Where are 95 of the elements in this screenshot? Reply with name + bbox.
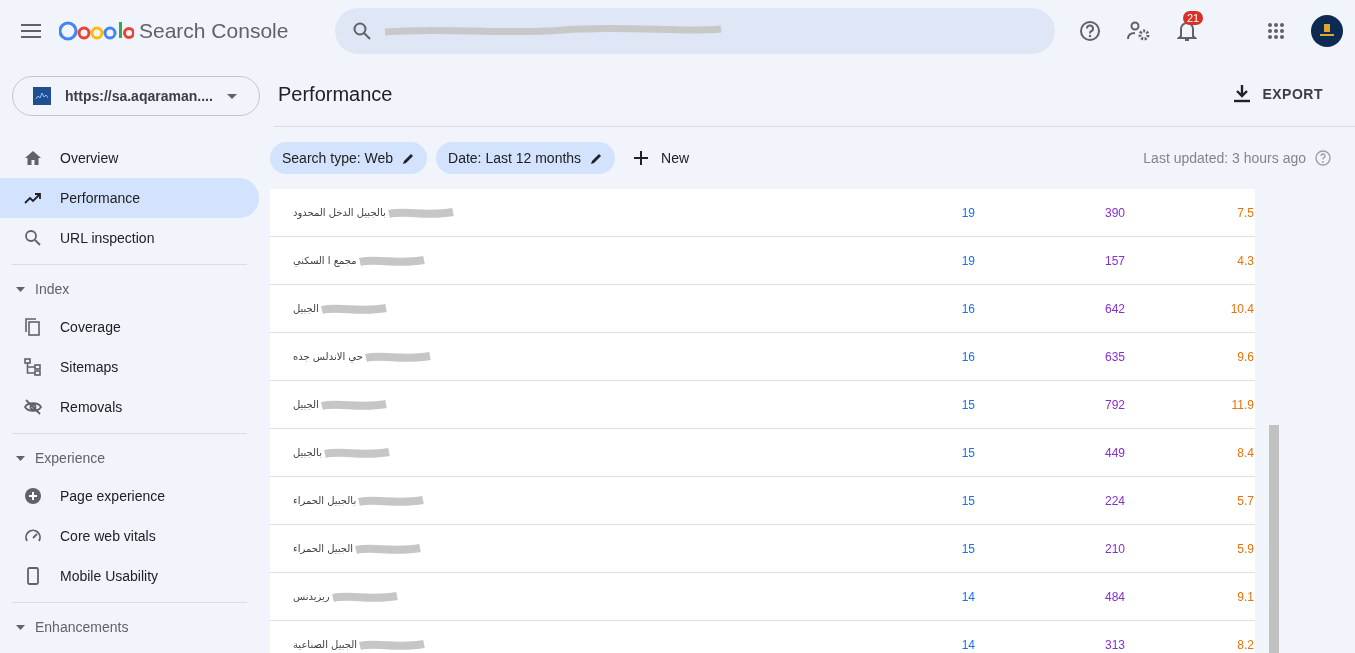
redaction-mark: [362, 350, 433, 363]
impressions-cell-text: 642: [1103, 301, 1125, 316]
position-cell-text: 7.5: [1236, 205, 1254, 220]
query-cell: الجبيل الحمراء: [293, 543, 354, 554]
nav-item[interactable]: Removals: [0, 387, 259, 427]
redaction-mark: [385, 206, 456, 219]
redaction-mark: [321, 446, 392, 459]
nav-section-header[interactable]: Enhancements: [12, 609, 247, 645]
position-cell-text: 11.9: [1230, 397, 1254, 412]
search-field[interactable]: [335, 8, 1055, 54]
query-cell: الجبيل: [293, 303, 319, 314]
clicks-cell-text: 15: [960, 541, 975, 556]
nav-section-header[interactable]: Experience: [12, 440, 247, 476]
clicks-cell-text: 15: [960, 445, 975, 460]
position-cell-text: 5.9: [1236, 541, 1254, 556]
query-cell: الجبيل الصناعية: [293, 639, 357, 650]
query-cell: بالجبيل: [293, 447, 322, 458]
filter-chip[interactable]: Search type: Web: [270, 142, 428, 174]
impressions-cell-text: 792: [1103, 397, 1125, 412]
nav-item[interactable]: Sitemaps: [0, 347, 259, 387]
clicks-cell-text: 19: [960, 205, 975, 220]
notification-icon[interactable]: [1177, 20, 1197, 42]
search-icon: [24, 229, 42, 247]
export-button[interactable]: EXPORT: [1228, 84, 1329, 104]
query-cell: ريزيدنس: [293, 591, 330, 602]
redaction-mark: [329, 590, 400, 603]
site-favicon: [33, 87, 51, 105]
apps-icon[interactable]: [1267, 22, 1285, 40]
copy-icon: [24, 318, 42, 336]
last-updated-text: Last updated: 3 hours ago: [1143, 150, 1306, 166]
clicks-cell-text: 19: [960, 253, 975, 268]
search-icon: [353, 22, 371, 40]
dropdown-caret-icon: [227, 93, 237, 99]
impressions-cell-text: 449: [1103, 445, 1125, 460]
plus-icon: [24, 487, 42, 505]
nav-item[interactable]: URL inspection: [0, 218, 259, 258]
caret-icon: [16, 286, 25, 292]
nav-item[interactable]: Overview: [0, 138, 259, 178]
impressions-cell-text: 390: [1103, 205, 1125, 220]
nav-section-header[interactable]: Index: [12, 271, 247, 307]
redaction-mark: [356, 254, 427, 267]
product-name: Search Console: [139, 19, 289, 43]
position-cell-text: 9.1: [1236, 589, 1254, 604]
redaction-mark: [357, 638, 427, 651]
redaction-mark: [318, 398, 389, 411]
position-cell-text: 5.7: [1236, 493, 1254, 508]
nav-item[interactable]: Performance: [0, 178, 259, 218]
impressions-cell-text: 484: [1103, 589, 1125, 604]
account-avatar[interactable]: [1311, 15, 1343, 47]
caret-icon: [16, 624, 25, 630]
impressions-cell-text: 313: [1103, 637, 1125, 652]
query-cell: حي الاندلس جده: [293, 351, 363, 362]
redaction-mark: [353, 542, 424, 555]
edit-icon: [402, 151, 416, 165]
nav-item[interactable]: Coverage: [0, 307, 259, 347]
home-icon: [24, 149, 42, 167]
filter-chip[interactable]: Date: Last 12 months: [436, 142, 616, 174]
position-cell-text: 8.4: [1236, 445, 1254, 460]
position-cell-text: 10.4: [1229, 301, 1254, 316]
nav-item[interactable]: Mobile Usability: [0, 556, 259, 596]
redaction-mark: [318, 302, 389, 315]
clicks-cell-text: 16: [960, 301, 975, 316]
clicks-cell-text: 16: [960, 349, 975, 364]
query-cell: بالجبيل الدخل المحدود: [293, 207, 386, 218]
position-cell-text: 4.3: [1236, 253, 1254, 268]
impressions-cell-text: 224: [1103, 493, 1125, 508]
nav-item[interactable]: Core web vitals: [0, 516, 259, 556]
menu-icon[interactable]: [21, 24, 41, 38]
impressions-cell-text: 210: [1103, 541, 1125, 556]
position-cell-text: 8.2: [1236, 637, 1254, 652]
new-filter-button[interactable]: New: [624, 150, 700, 166]
clicks-cell-text: 14: [960, 637, 975, 652]
query-cell: مجمع ا السكني: [293, 255, 357, 266]
edit-icon: [590, 151, 604, 165]
redaction-mark: [356, 494, 427, 507]
impressions-cell-text: 157: [1103, 253, 1125, 268]
query-cell: بالجبيل الحمراء: [293, 495, 357, 506]
caret-icon: [16, 455, 25, 461]
query-cell: الجبيل: [293, 399, 319, 410]
phone-icon: [24, 567, 42, 585]
download-icon: [1234, 85, 1251, 103]
clicks-cell-text: 15: [960, 397, 975, 412]
help-icon[interactable]: [1079, 20, 1101, 42]
plus-icon: [634, 151, 649, 165]
position-cell-text: 9.6: [1236, 349, 1254, 364]
user-settings-icon[interactable]: [1127, 20, 1151, 42]
notification-count: 21: [1183, 11, 1204, 25]
page-title: Performance: [278, 82, 393, 106]
scrollbar-thumb[interactable]: [1269, 425, 1279, 653]
nav-item[interactable]: Page experience: [0, 476, 259, 516]
sitemap-icon: [24, 358, 42, 376]
eyeoff-icon: [24, 398, 42, 416]
clicks-cell-text: 15: [960, 493, 975, 508]
impressions-cell-text: 635: [1103, 349, 1125, 364]
clicks-cell-text: 14: [960, 589, 975, 604]
